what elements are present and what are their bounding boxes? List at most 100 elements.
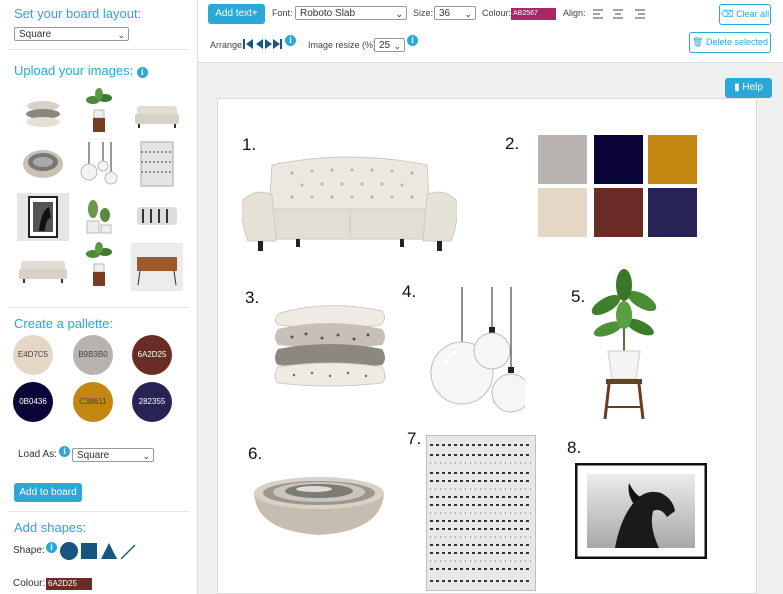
chevron-down-icon: ⌄: [464, 9, 472, 19]
shape-colour-label: Colour:: [13, 578, 46, 589]
palette-swatch[interactable]: 0B0436: [13, 382, 53, 422]
bring-to-front-icon[interactable]: [273, 39, 282, 49]
palette-swatch[interactable]: B9B3B0: [73, 335, 113, 375]
pendant-lights-image[interactable]: [413, 287, 525, 417]
align-center-icon[interactable]: [613, 9, 623, 19]
shape-colour-picker[interactable]: 6A2D25: [46, 578, 92, 590]
text-colour-picker[interactable]: AB2567: [511, 8, 556, 20]
resize-label: Image resize (%):: [308, 40, 379, 50]
thumb-plant[interactable]: [73, 88, 125, 136]
thumb-small-plants[interactable]: [73, 193, 125, 241]
align-label: Align:: [563, 8, 586, 18]
mood-board: 1. 2. 3. 4. 5. 6. 7. 8.: [217, 98, 757, 594]
thumb-lumbar-pillow[interactable]: [131, 193, 183, 241]
chevron-down-icon: ⌄: [142, 451, 150, 461]
item-number: 8.: [567, 438, 582, 457]
palette-swatch[interactable]: C38611: [73, 382, 113, 422]
thumb-bowls[interactable]: [17, 142, 69, 190]
circle-shape-icon[interactable]: [60, 542, 78, 560]
item-number: 7.: [407, 429, 422, 448]
thumb-rug[interactable]: [131, 140, 183, 188]
clear-all-label: Clear all: [736, 9, 770, 19]
help-button[interactable]: ▮ Help: [725, 78, 772, 98]
align-right-icon[interactable]: [635, 9, 645, 19]
item-number: 6.: [248, 444, 263, 463]
load-as-value: Square: [77, 450, 110, 461]
line-shape-icon[interactable]: [120, 544, 136, 560]
chevron-down-icon: ⌄: [393, 41, 401, 51]
clear-all-button[interactable]: ⌫ Clear all: [719, 4, 771, 25]
send-backward-icon[interactable]: [256, 39, 263, 49]
shape-label: Shape:: [13, 545, 45, 556]
resize-select[interactable]: 25 ⌄: [374, 38, 405, 52]
font-select[interactable]: Roboto Slab ⌄: [295, 6, 407, 20]
divider: [8, 511, 189, 512]
align-left-icon[interactable]: [593, 9, 603, 19]
layout-title: Set your board layout:: [14, 6, 142, 21]
palette-swatch[interactable]: 282355: [132, 382, 172, 422]
palette-title: Create a pallette:: [14, 316, 114, 331]
item-number: 5.: [571, 287, 586, 306]
delete-selected-label: Delete selected: [705, 37, 768, 47]
text-colour-label: Colour:: [482, 8, 512, 18]
info-icon[interactable]: i: [285, 35, 296, 46]
upload-title-text: Upload your images:: [14, 63, 134, 78]
info-icon[interactable]: i: [46, 542, 57, 553]
broom-icon: ⌫: [720, 9, 734, 19]
bring-forward-icon[interactable]: [265, 39, 272, 49]
thumb-plant-stand[interactable]: [73, 242, 125, 290]
palette-square[interactable]: [648, 188, 697, 237]
shapes-title: Add shapes:: [14, 520, 87, 535]
sofa-image[interactable]: [242, 151, 457, 263]
thumb-pendant-lights[interactable]: [73, 140, 125, 188]
rug-image[interactable]: [426, 435, 536, 591]
thumb-sofa[interactable]: [17, 245, 69, 293]
palette-swatch[interactable]: E4D7C5: [13, 335, 53, 375]
palette-square[interactable]: [648, 135, 697, 184]
thumb-pillows[interactable]: [17, 90, 69, 138]
square-shape-icon[interactable]: [81, 543, 97, 559]
add-text-button[interactable]: Add text+: [208, 4, 265, 24]
palette-square[interactable]: [594, 135, 643, 184]
load-as-select[interactable]: Square ⌄: [72, 448, 154, 462]
help-label: Help: [742, 82, 763, 93]
trash-icon: 🗑: [692, 37, 704, 47]
layout-select-value: Square: [19, 29, 52, 40]
divider: [8, 307, 189, 308]
palette-square[interactable]: [538, 188, 587, 237]
divider: [8, 49, 189, 50]
send-to-back-icon[interactable]: [243, 39, 253, 49]
upload-title: Upload your images: i: [14, 63, 148, 78]
font-label: Font:: [272, 8, 293, 18]
layout-select[interactable]: Square ⌄: [14, 27, 129, 41]
size-select-value: 36: [439, 8, 451, 19]
resize-select-value: 25: [379, 40, 391, 51]
arrange-controls: [243, 39, 282, 49]
bowls-image[interactable]: [252, 467, 386, 539]
thumb-side-table[interactable]: [131, 243, 183, 291]
shape-options: [60, 542, 136, 560]
framed-horse-image[interactable]: [575, 463, 707, 559]
book-icon: ▮: [734, 82, 740, 93]
align-controls: [593, 9, 645, 19]
add-to-board-button[interactable]: Add to board: [14, 483, 82, 502]
font-select-value: Roboto Slab: [300, 8, 356, 19]
palette-swatch[interactable]: 6A2D25: [132, 335, 172, 375]
info-icon[interactable]: i: [59, 446, 70, 457]
info-icon[interactable]: i: [136, 67, 148, 78]
palette-square[interactable]: [538, 135, 587, 184]
delete-selected-button[interactable]: 🗑 Delete selected: [689, 32, 771, 53]
triangle-shape-icon[interactable]: [101, 543, 117, 559]
plant-stand-image[interactable]: [588, 269, 660, 421]
thumb-sofa-small[interactable]: [131, 90, 183, 138]
pillows-image[interactable]: [272, 301, 388, 387]
info-icon[interactable]: i: [407, 35, 418, 46]
text-colour-value: AB2567: [513, 10, 538, 17]
size-select[interactable]: 36 ⌄: [434, 6, 476, 20]
sidebar: Set your board layout: Square ⌄ Upload y…: [0, 0, 198, 594]
thumb-framed-horse[interactable]: [17, 193, 69, 241]
palette-square[interactable]: [594, 188, 643, 237]
toolbar: Add text+ Font: Roboto Slab ⌄ Size: 36 ⌄…: [198, 0, 783, 63]
size-label: Size:: [413, 8, 434, 18]
chevron-down-icon: ⌄: [395, 9, 403, 19]
